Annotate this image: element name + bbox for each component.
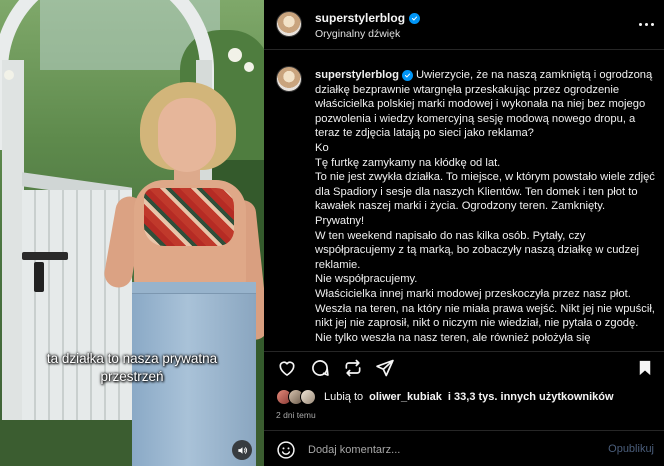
share-button[interactable] bbox=[374, 357, 396, 379]
sound-toggle-button[interactable] bbox=[232, 440, 252, 460]
speaker-icon bbox=[237, 446, 247, 454]
caption-paragraph: Ko bbox=[315, 141, 329, 154]
more-options-button[interactable] bbox=[634, 14, 658, 34]
repost-button[interactable] bbox=[342, 357, 364, 379]
emoji-button[interactable] bbox=[276, 440, 296, 460]
like-button[interactable] bbox=[276, 357, 298, 379]
caption-line: przestrzeń bbox=[100, 369, 164, 384]
comment-input[interactable] bbox=[308, 439, 578, 461]
post-date[interactable]: 2 dni temu bbox=[276, 410, 316, 420]
avatar[interactable] bbox=[276, 66, 302, 92]
post-caption: superstylerblog Uwierzycie, że na naszą z… bbox=[315, 68, 655, 345]
likes-summary[interactable]: Lubią to oliwer_kubiak i 33,3 tys. innyc… bbox=[276, 388, 614, 406]
jeans-waistband bbox=[132, 282, 256, 294]
publish-button[interactable]: Opublikuj bbox=[608, 443, 654, 455]
repost-icon bbox=[345, 359, 361, 377]
flower bbox=[4, 70, 14, 80]
reel-video[interactable]: ta działka to nasza prywatna przestrzeń bbox=[0, 0, 264, 466]
verified-badge-icon bbox=[409, 12, 421, 24]
action-bar bbox=[264, 352, 664, 382]
send-icon bbox=[376, 359, 394, 377]
caption-paragraph: W ten weekend napisało do nas kilka osób… bbox=[315, 229, 639, 271]
caption-line: ta działka to nasza prywatna bbox=[46, 351, 218, 366]
person-face bbox=[158, 98, 216, 172]
caption-paragraph: Nie współpracujemy. bbox=[315, 273, 418, 286]
comment-bar: Opublikuj bbox=[264, 430, 664, 466]
avatar[interactable] bbox=[276, 11, 302, 37]
heart-icon bbox=[279, 361, 295, 376]
more-dot-icon bbox=[644, 22, 648, 26]
flower bbox=[244, 62, 254, 72]
audio-label[interactable]: Oryginalny dźwięk bbox=[315, 28, 400, 40]
video-caption: ta działka to nasza prywatna przestrzeń bbox=[0, 350, 264, 386]
gate-latch bbox=[22, 252, 68, 260]
comment-icon bbox=[312, 360, 329, 376]
likes-prefix: Lubią to bbox=[324, 391, 364, 403]
flower bbox=[228, 48, 242, 62]
post-caption-area[interactable]: superstylerblog Uwierzycie, że na naszą z… bbox=[264, 51, 664, 351]
gate-lock bbox=[34, 262, 44, 292]
more-dot-icon bbox=[650, 22, 654, 26]
caption-username[interactable]: superstylerblog bbox=[315, 69, 399, 81]
liker-username[interactable]: oliwer_kubiak bbox=[369, 391, 442, 403]
verified-badge-icon bbox=[401, 70, 413, 81]
more-dot-icon bbox=[638, 22, 642, 26]
likes-count[interactable]: i 33,3 tys. innych użytkowników bbox=[448, 391, 614, 403]
avatar bbox=[300, 389, 316, 405]
post-panel: superstylerblog Oryginalny dźwięk supers… bbox=[264, 0, 664, 466]
caption-first-paragraph: superstylerblog Uwierzycie, że na naszą z… bbox=[315, 68, 655, 141]
comment-button[interactable] bbox=[309, 357, 331, 379]
person-scarf-top bbox=[144, 188, 234, 246]
header-username[interactable]: superstylerblog bbox=[315, 11, 421, 25]
smiley-icon bbox=[277, 441, 295, 459]
post-header: superstylerblog Oryginalny dźwięk bbox=[264, 0, 664, 50]
caption-paragraph: Tę furtkę zamykamy na kłódkę od lat. bbox=[315, 156, 501, 169]
username-text[interactable]: superstylerblog bbox=[315, 11, 405, 25]
arch-post-left bbox=[2, 60, 24, 466]
liker-avatars bbox=[276, 388, 318, 406]
save-button[interactable] bbox=[634, 357, 656, 379]
caption-paragraph: Właścicielka innej marki modowej przesko… bbox=[315, 287, 655, 344]
caption-paragraph: To nie jest zwykła działka. To miejsce, … bbox=[315, 171, 655, 227]
bookmark-icon bbox=[639, 360, 651, 376]
